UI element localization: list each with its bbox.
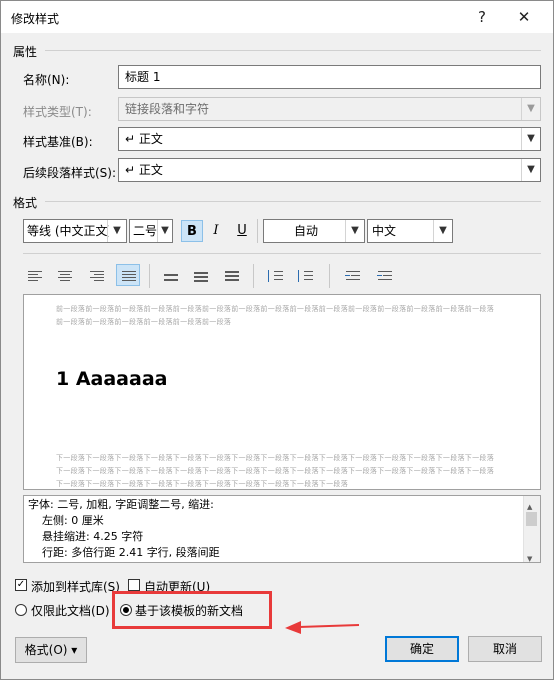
toolbar-separator bbox=[149, 264, 150, 288]
title-bar: 修改样式 ? ✕ bbox=[1, 1, 553, 33]
increase-spacing-icon[interactable] bbox=[263, 265, 287, 287]
script-value: 中文 bbox=[372, 224, 397, 238]
font-select[interactable]: 等线 (中文正文) ▼ bbox=[23, 219, 127, 243]
chevron-down-icon[interactable]: ▼ bbox=[345, 220, 364, 242]
based-on-select[interactable]: ↵ 正文 ▼ bbox=[118, 127, 541, 151]
chevron-down-icon[interactable]: ▼ bbox=[521, 159, 540, 181]
chevron-down-icon[interactable]: ▼ bbox=[521, 128, 540, 150]
ok-button[interactable]: 确定 bbox=[385, 636, 459, 662]
scroll-down-icon[interactable]: ▼ bbox=[527, 550, 532, 562]
increase-indent-icon[interactable] bbox=[373, 265, 397, 287]
cancel-button[interactable]: 取消 bbox=[468, 636, 542, 662]
style-type-value: 链接段落和字符 bbox=[125, 102, 210, 116]
style-description: 字体: 二号, 加粗, 字距调整二号, 缩进: 左侧: 0 厘米 悬挂缩进: 4… bbox=[23, 495, 541, 563]
preview-next-paragraph: 下一段落下一段落下一段落下一段落下一段落下一段落下一段落下一段落下一段落下一段落… bbox=[56, 454, 494, 488]
single-spacing-icon[interactable] bbox=[159, 265, 183, 287]
font-value: 等线 (中文正文) bbox=[27, 224, 109, 238]
font-color-value: 自动 bbox=[294, 224, 319, 238]
name-label: 名称(N): bbox=[23, 73, 70, 87]
properties-divider bbox=[45, 50, 541, 51]
only-this-document-label: 仅限此文档(D) bbox=[31, 604, 110, 618]
toolbar-separator bbox=[329, 264, 330, 288]
format-section-label: 格式 bbox=[13, 196, 38, 210]
double-spacing-icon[interactable] bbox=[220, 265, 244, 287]
format-menu-button[interactable]: 格式(O) ▾ bbox=[15, 637, 87, 663]
align-center-icon[interactable] bbox=[53, 265, 77, 287]
only-this-document-radio[interactable] bbox=[15, 604, 27, 616]
next-style-value: ↵ 正文 bbox=[125, 163, 163, 177]
based-on-value: ↵ 正文 bbox=[125, 132, 163, 146]
next-style-select[interactable]: ↵ 正文 ▼ bbox=[118, 158, 541, 182]
toolbar-separator bbox=[253, 264, 254, 288]
font-color-select[interactable]: 自动 ▼ bbox=[263, 219, 365, 243]
font-size-select[interactable]: 二号 ▼ bbox=[129, 219, 173, 243]
annotation-arrow-icon bbox=[285, 621, 360, 634]
align-right-icon[interactable] bbox=[85, 265, 109, 287]
justify-icon[interactable] bbox=[116, 264, 140, 286]
close-button[interactable]: ✕ bbox=[509, 5, 539, 29]
name-input[interactable]: 标题 1 bbox=[118, 65, 541, 89]
description-scrollbar[interactable]: ▲ ▼ bbox=[523, 496, 540, 562]
decrease-spacing-icon[interactable] bbox=[293, 265, 317, 287]
help-button[interactable]: ? bbox=[467, 5, 497, 29]
annotation-highlight-box bbox=[112, 591, 272, 629]
properties-section-label: 属性 bbox=[13, 45, 38, 59]
dialog-title: 修改样式 bbox=[11, 12, 60, 26]
chevron-down-icon[interactable]: ▼ bbox=[157, 220, 172, 242]
add-to-gallery-label: 添加到样式库(S) bbox=[31, 580, 120, 594]
modify-style-dialog: 修改样式 ? ✕ 属性 名称(N): 标题 1 样式类型(T): 链接段落和字符… bbox=[0, 0, 554, 680]
style-preview: 前一段落前一段落前一段落前一段落前一段落前一段落前一段落前一段落前一段落前一段落… bbox=[23, 294, 541, 490]
underline-button[interactable]: U bbox=[231, 220, 253, 242]
bold-button[interactable]: B bbox=[181, 220, 203, 242]
preview-heading: 1 Aaaaaaa bbox=[56, 368, 168, 390]
format-toolbar-divider bbox=[23, 253, 541, 254]
align-left-icon[interactable] bbox=[23, 265, 47, 287]
scroll-thumb[interactable] bbox=[526, 512, 537, 526]
auto-update-checkbox[interactable] bbox=[128, 579, 140, 591]
chevron-down-icon: ▼ bbox=[521, 98, 540, 120]
description-line: 行距: 多倍行距 2.41 字行, 段落间距 bbox=[42, 546, 220, 559]
format-divider bbox=[45, 201, 541, 202]
style-type-select: 链接段落和字符 ▼ bbox=[118, 97, 541, 121]
next-style-label: 后续段落样式(S): bbox=[23, 166, 117, 180]
decrease-indent-icon[interactable] bbox=[341, 265, 365, 287]
based-on-label: 样式基准(B): bbox=[23, 135, 93, 149]
chevron-down-icon[interactable]: ▼ bbox=[433, 220, 452, 242]
one-half-spacing-icon[interactable] bbox=[189, 265, 213, 287]
font-size-value: 二号 bbox=[133, 224, 158, 238]
toolbar-separator bbox=[257, 219, 258, 243]
script-select[interactable]: 中文 ▼ bbox=[367, 219, 453, 243]
italic-button[interactable]: I bbox=[205, 220, 227, 242]
style-type-label: 样式类型(T): bbox=[23, 105, 92, 119]
chevron-down-icon[interactable]: ▼ bbox=[107, 220, 126, 242]
preview-previous-paragraph: 前一段落前一段落前一段落前一段落前一段落前一段落前一段落前一段落前一段落前一段落… bbox=[56, 305, 494, 326]
add-to-gallery-checkbox[interactable]: ✓ bbox=[15, 579, 27, 591]
